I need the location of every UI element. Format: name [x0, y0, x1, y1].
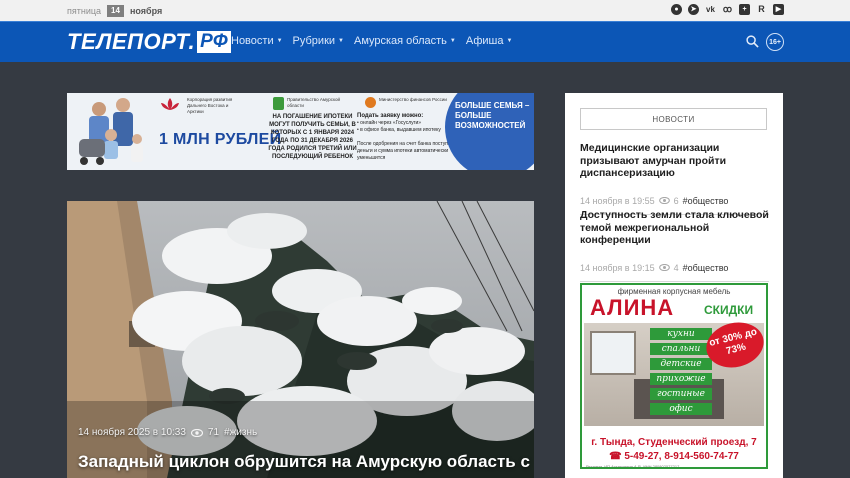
search-icon[interactable]: [746, 35, 759, 48]
article-date: 14 ноября 2025 в 10:33: [78, 427, 186, 438]
menu-item-afisha[interactable]: Афиша ▼: [466, 35, 513, 47]
menu-item-news[interactable]: Новости ▼: [231, 35, 283, 47]
minfin-logo: Министерство финансов России: [365, 97, 455, 108]
news-item[interactable]: Доступность земли стала ключевой темой м…: [580, 209, 769, 282]
banner-amount: 1 МЛН РУБЛЕЙ: [159, 131, 282, 148]
rutube-icon[interactable]: R: [756, 4, 767, 15]
emblem-icon: [365, 97, 376, 108]
social-links: ● ➤ vk ꝏ + R ▶: [671, 4, 784, 15]
top-bar: пятница 14 ноября ● ➤ vk ꝏ + R ▶: [0, 0, 850, 21]
eye-icon: [658, 197, 670, 204]
main-menu: Новости ▼ Рубрики ▼ Амурская область ▼ Афиш…: [231, 35, 512, 47]
news-meta: 14 ноября в 19:55 6 #общество: [580, 196, 769, 206]
news-tag[interactable]: #общество: [683, 263, 729, 273]
news-date: 14 ноября в 19:55: [580, 195, 655, 206]
banner-conditions: НА ПОГАШЕНИЕ ИПОТЕКИ МОГУТ ПОЛУЧИТЬ СЕМЬ…: [268, 114, 357, 160]
menu-item-rubrics[interactable]: Рубрики ▼: [293, 35, 344, 47]
article-title[interactable]: Западный циклон обрушится на Амурскую об…: [78, 452, 530, 472]
ad-fine-print: Реклама. ИП Астахуллин А.Я. ИНН 28080257…: [586, 464, 680, 469]
ad-phones: ☎ 5-49-27, 8-914-560-74-77: [609, 451, 739, 462]
amur-gov-logo: Правительство Амурской области: [273, 97, 343, 110]
news-item[interactable]: Медицинские организации призывают амурча…: [580, 142, 769, 215]
news-date: 14 ноября в 19:15: [580, 262, 655, 273]
weekday: пятница: [67, 6, 102, 16]
featured-article[interactable]: 14 ноября 2025 в 10:33 71 #жизнь Западны…: [67, 201, 534, 478]
news-title[interactable]: Медицинские организации призывают амурча…: [580, 142, 769, 180]
logo-main: ТЕЛЕПОРТ.: [67, 29, 196, 54]
plus-square-icon[interactable]: +: [739, 4, 750, 15]
mortgage-banner-ad[interactable]: Корпорация развития Дальнего Востока и А…: [67, 93, 534, 170]
eye-icon: [190, 428, 203, 437]
eye-icon: [658, 264, 670, 271]
chevron-down-icon: ▼: [449, 38, 456, 44]
vk-icon[interactable]: vk: [705, 4, 716, 15]
day-number: 14: [107, 5, 124, 17]
chevron-down-icon: ▼: [276, 38, 283, 44]
odnoklassniki-icon[interactable]: ꝏ: [722, 4, 733, 15]
age-rating-badge: 16+: [766, 33, 784, 51]
menu-item-region[interactable]: Амурская область ▼: [354, 35, 456, 47]
coat-of-arms-icon: [273, 97, 284, 110]
main-navbar: ТЕЛЕПОРТ. РФ Новости ▼ Рубрики ▼ Амурская …: [0, 21, 850, 62]
sidebar: НОВОСТИ Медицинские организации призываю…: [565, 93, 783, 478]
ok-circle-icon[interactable]: ●: [671, 4, 682, 15]
month: ноября: [129, 6, 163, 16]
chevron-down-icon: ▼: [338, 38, 344, 44]
telegram-icon[interactable]: ➤: [688, 4, 699, 15]
krdv-logo: Корпорация развития Дальнего Востока и А…: [159, 97, 245, 115]
news-meta: 14 ноября в 19:15 4 #общество: [580, 263, 769, 273]
news-title[interactable]: Доступность земли стала ключевой темой м…: [580, 209, 769, 247]
logo-suffix: РФ: [197, 31, 231, 53]
ad-sale: СКИДКИ: [704, 303, 754, 317]
youtube-icon[interactable]: ▶: [773, 4, 784, 15]
ad-address: г. Тында, Студенческий проезд, 7: [591, 437, 757, 448]
ad-categories: кухни спальни детские прихожие гостиные …: [650, 325, 712, 415]
news-views: 6: [673, 195, 679, 206]
tab-news[interactable]: НОВОСТИ: [580, 108, 767, 130]
banner-slogan: БОЛЬШЕ СЕМЬЯ – БОЛЬШЕ ВОЗМОЖНОСТЕЙ: [455, 101, 530, 130]
ad-brand: АЛИНА: [590, 295, 675, 320]
news-views: 4: [673, 262, 679, 273]
family-photo: [79, 98, 143, 165]
site-logo[interactable]: ТЕЛЕПОРТ. РФ: [67, 29, 231, 54]
divider: [580, 280, 769, 282]
article-tag[interactable]: #жизнь: [224, 427, 257, 438]
news-tag[interactable]: #общество: [683, 196, 729, 206]
furniture-ad[interactable]: фирменная корпусная мебель АЛИНА СКИДКИ …: [580, 283, 768, 469]
chevron-down-icon: ▼: [506, 38, 513, 44]
lotus-logo-icon: [161, 98, 179, 110]
banner-apply-info: Подать заявку можно: • онлайн через «Гос…: [357, 113, 453, 161]
article-views: 71: [207, 427, 220, 438]
current-date: пятница 14 ноября: [67, 5, 162, 17]
article-meta: 14 ноября 2025 в 10:33 71 #жизнь: [78, 427, 257, 438]
